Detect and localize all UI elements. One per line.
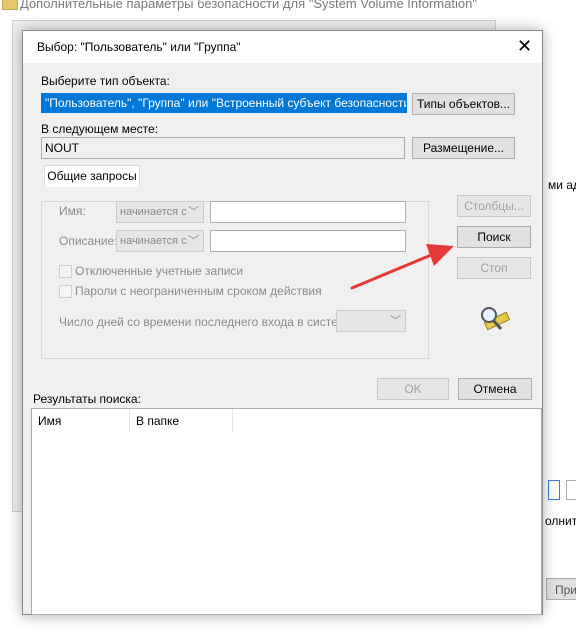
annotation-arrow <box>350 244 454 290</box>
